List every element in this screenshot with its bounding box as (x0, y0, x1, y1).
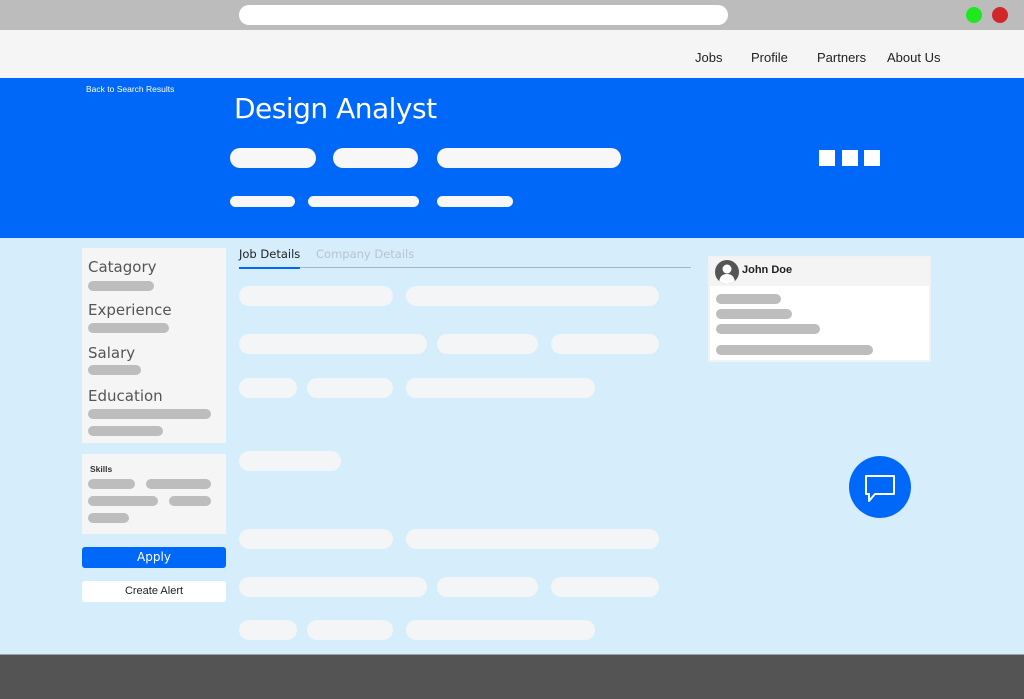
education-label: Education (88, 387, 163, 405)
recruiter-info-placeholder (716, 309, 792, 319)
content-placeholder (239, 577, 427, 597)
recruiter-card-header: John Doe (710, 258, 929, 286)
content-placeholder (239, 334, 427, 354)
nav-link-profile[interactable]: Profile (751, 50, 788, 65)
experience-label: Experience (88, 301, 172, 319)
top-navbar: Jobs Profile Partners About Us (0, 30, 1024, 78)
salary-value-placeholder (88, 365, 141, 375)
recruiter-info-placeholder (716, 294, 781, 304)
job-title: Design Analyst (234, 92, 437, 125)
skill-tag-placeholder (88, 479, 135, 489)
user-avatar-icon (715, 260, 739, 284)
job-hero-banner: Back to Search Results Design Analyst (0, 78, 1024, 238)
experience-value-placeholder (88, 323, 169, 333)
skills-label: Skills (90, 464, 113, 474)
maximize-dot-icon[interactable] (966, 7, 982, 23)
content-placeholder (406, 286, 659, 306)
content-heading-placeholder (239, 451, 341, 471)
salary-label: Salary (88, 344, 136, 362)
recruiter-info-placeholder (716, 324, 820, 334)
content-placeholder (307, 620, 393, 640)
content-placeholder (551, 577, 659, 597)
square-icon (819, 150, 835, 166)
content-placeholder (307, 378, 393, 398)
recruiter-name: John Doe (742, 264, 793, 276)
job-meta-placeholder (230, 148, 316, 168)
nav-link-partners[interactable]: Partners (817, 50, 866, 65)
job-meta-placeholder (333, 148, 418, 168)
skill-tag-placeholder (88, 496, 158, 506)
url-bar[interactable] (239, 5, 728, 25)
education-value-placeholder (88, 426, 163, 436)
content-placeholder (239, 620, 297, 640)
category-value-placeholder (88, 281, 154, 291)
chat-button[interactable] (849, 456, 911, 518)
apply-button[interactable]: Apply (82, 547, 226, 568)
browser-chrome (0, 0, 1024, 30)
content-placeholder (551, 334, 659, 354)
content-placeholder (406, 378, 595, 398)
chat-bubble-icon (865, 475, 895, 502)
close-dot-icon[interactable] (992, 7, 1008, 23)
back-to-search-link[interactable]: Back to Search Results (86, 84, 174, 94)
job-attributes-card: Catagory Experience Salary Education (82, 248, 226, 443)
content-placeholder (239, 529, 393, 549)
recruiter-info-placeholder (716, 345, 873, 355)
content-placeholder (437, 577, 538, 597)
skill-tag-placeholder (88, 513, 129, 523)
content-placeholder (406, 529, 659, 549)
skills-card: Skills (82, 454, 226, 534)
create-alert-button[interactable]: Create Alert (82, 581, 226, 602)
skill-tag-placeholder (146, 479, 211, 489)
recruiter-card[interactable]: John Doe (708, 256, 931, 362)
job-meta-placeholder (437, 148, 621, 168)
job-submeta-placeholder (230, 196, 295, 207)
square-icon (842, 150, 858, 166)
content-placeholder (437, 334, 538, 354)
tab-company-details[interactable]: Company Details (316, 247, 414, 261)
tab-job-details[interactable]: Job Details (239, 247, 301, 269)
education-value-placeholder (88, 409, 211, 419)
content-placeholder (239, 286, 393, 306)
detail-tabs: Job Details Company Details (239, 246, 691, 269)
nav-link-about-us[interactable]: About Us (887, 50, 940, 65)
skill-tag-placeholder (169, 496, 211, 506)
category-label: Catagory (88, 258, 157, 276)
job-submeta-placeholder (437, 196, 513, 207)
job-submeta-placeholder (308, 196, 419, 207)
square-icon (864, 150, 880, 166)
content-placeholder (406, 620, 595, 640)
nav-link-jobs[interactable]: Jobs (695, 50, 722, 65)
page-footer (0, 654, 1024, 699)
content-placeholder (239, 378, 297, 398)
